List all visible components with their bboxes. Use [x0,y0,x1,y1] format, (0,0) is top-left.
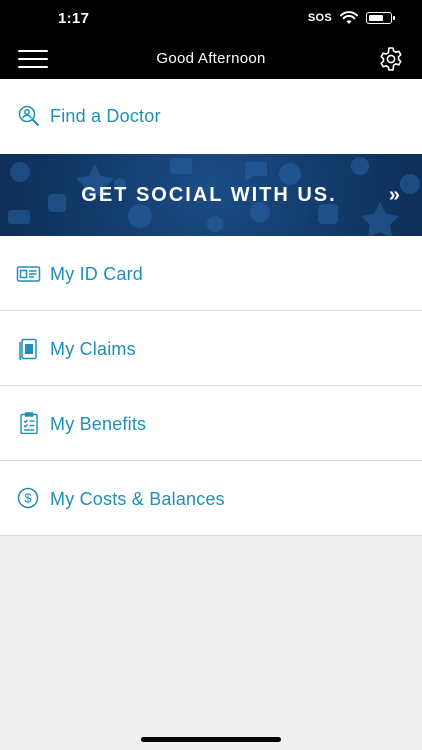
nav-bar: Good Afternoon [0,38,422,79]
id-card-icon [16,266,41,282]
status-time: 1:17 [58,10,90,27]
gear-icon[interactable] [378,46,404,72]
menu-item-costs-balances[interactable]: $ My Costs & Balances [0,461,422,536]
menu-item-label: My Claims [50,339,136,359]
page-title: Good Afternoon [156,50,266,67]
social-banner[interactable]: GET SOCIAL WITH US. » [0,154,422,236]
find-doctor-row[interactable]: Find a Doctor [0,79,422,154]
find-doctor-label: Find a Doctor [50,106,161,126]
banner-text: GET SOCIAL WITH US. [81,184,337,206]
chevron-double-right-icon: » [388,184,400,206]
doctor-search-icon [18,105,39,126]
dollar-circle-icon: $ [17,487,39,509]
menu-item-claims[interactable]: My Claims [0,311,422,386]
menu-item-label: My Costs & Balances [50,489,225,509]
menu-item-label: My Benefits [50,414,147,434]
wifi-icon [340,11,358,24]
home-indicator[interactable] [141,737,281,742]
menu-item-label: My ID Card [50,264,144,284]
claims-document-icon [19,338,37,360]
menu-item-benefits[interactable]: My Benefits [0,386,422,461]
status-indicators: SOS [307,11,395,25]
clipboard-checklist-icon [20,412,38,434]
battery-icon [366,12,395,24]
sos-label: SOS [307,12,332,24]
svg-text:$: $ [24,491,32,506]
menu-item-id-card[interactable]: My ID Card [0,236,422,311]
status-bar: 1:17 SOS [0,0,422,38]
